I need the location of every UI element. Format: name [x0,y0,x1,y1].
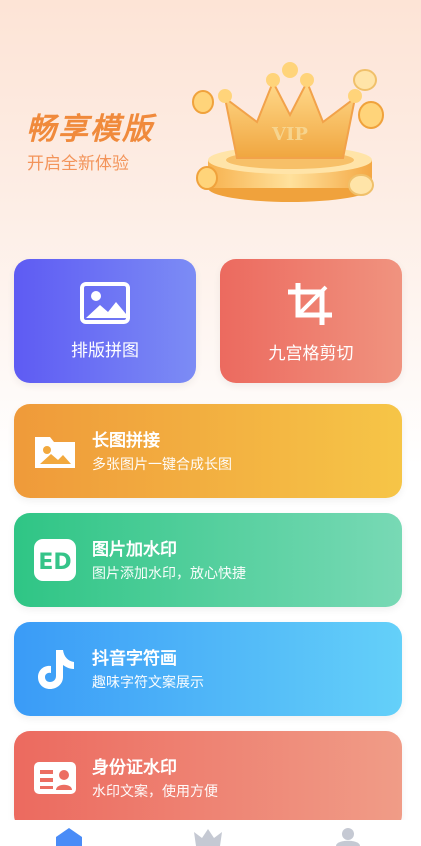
feature-id-card-watermark[interactable]: 身份证水印 水印文案，使用方便 [14,731,402,831]
crown-icon [194,829,222,846]
tiktok-icon [32,646,78,692]
image-icon [80,281,130,327]
vip-crown-illustration: VIP [192,62,384,202]
tool-grid-cut-label: 九宫格剪切 [268,344,354,364]
hero-subtitle: 开启全新体验 [27,154,129,174]
feature-subtitle: 多张图片一键合成长图 [92,457,232,473]
svg-text:ED: ED [38,550,71,575]
feature-subtitle: 水印文案，使用方便 [92,784,218,800]
tool-grid-cut[interactable]: 九宫格剪切 [220,259,402,383]
feature-subtitle: 图片添加水印，放心快捷 [92,566,246,582]
feature-long-image-stitch[interactable]: 长图拼接 多张图片一键合成长图 [14,404,402,498]
stamp-icon: ED [32,537,78,583]
hero-title: 畅享模版 [26,112,154,147]
hero-banner: 畅享模版 开启全新体验 VIP [0,0,421,250]
tab-profile[interactable] [333,827,363,846]
tool-layout-collage[interactable]: 排版拼图 [14,259,196,383]
crop-icon [286,281,336,327]
id-card-icon [32,755,78,801]
tool-layout-collage-label: 排版拼图 [71,341,139,361]
crown-vip-text: VIP [271,124,308,145]
bottom-tab-bar [0,820,421,846]
folder-image-icon [32,428,78,474]
feature-title: 长图拼接 [92,431,160,451]
tab-vip[interactable] [193,827,223,846]
feature-image-watermark[interactable]: ED 图片加水印 图片添加水印，放心快捷 [14,513,402,607]
tab-home[interactable] [54,827,84,846]
feature-douyin-ascii-art[interactable]: 抖音字符画 趣味字符文案展示 [14,622,402,716]
user-icon [336,828,360,846]
home-icon [56,828,82,846]
feature-title: 抖音字符画 [92,649,177,669]
feature-subtitle: 趣味字符文案展示 [92,675,204,691]
feature-title: 图片加水印 [92,540,177,560]
feature-title: 身份证水印 [92,758,177,778]
